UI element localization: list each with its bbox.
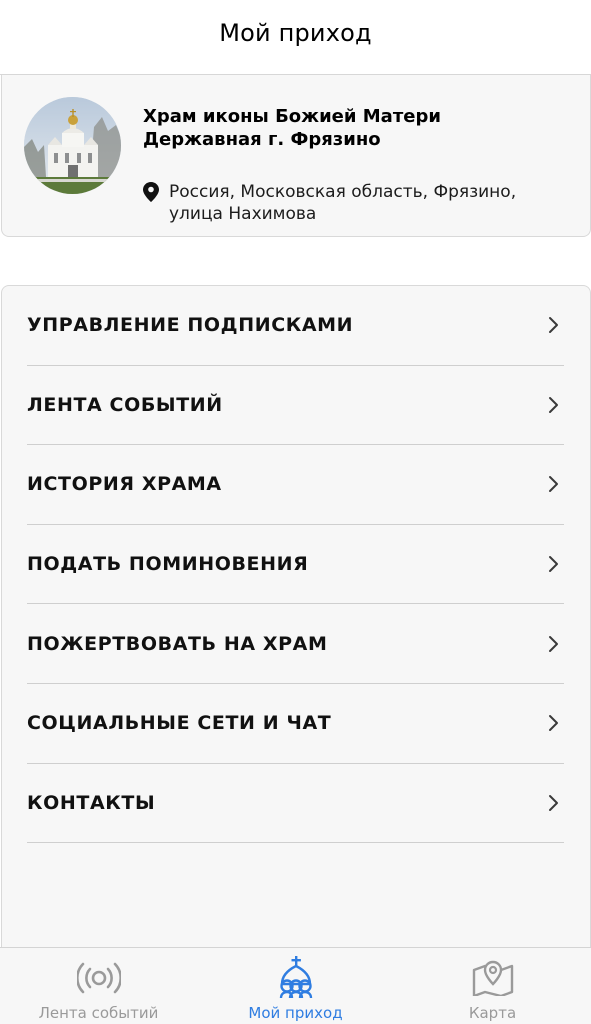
chevron-right-icon	[549, 476, 558, 493]
menu-card: УПРАВЛЕНИЕ ПОДПИСКАМИ ЛЕНТА СОБЫТИЙ ИСТО…	[1, 285, 591, 947]
menu-item-commemorations[interactable]: ПОДАТЬ ПОМИНОВЕНИЯ	[27, 525, 564, 605]
menu-item-church-history[interactable]: ИСТОРИЯ ХРАМА	[27, 445, 564, 525]
menu-list: УПРАВЛЕНИЕ ПОДПИСКАМИ ЛЕНТА СОБЫТИЙ ИСТО…	[2, 286, 590, 844]
church-name-line1: Храм иконы Божией Матери	[143, 106, 441, 127]
map-pin-icon	[143, 182, 159, 202]
church-name: Храм иконы Божией Матери Державная г. Фр…	[143, 105, 563, 151]
tab-label: Мой приход	[248, 1004, 343, 1022]
church-photo	[24, 97, 121, 194]
menu-item-label: СОЦИАЛЬНЫЕ СЕТИ И ЧАТ	[27, 712, 332, 735]
tab-my-parish[interactable]: Мой приход	[197, 948, 394, 1024]
chevron-right-icon	[549, 715, 558, 732]
tab-map[interactable]: Карта	[394, 948, 591, 1024]
church-dome-icon	[272, 956, 320, 1000]
chevron-right-icon	[549, 396, 558, 413]
tab-label: Лента событий	[38, 1004, 159, 1022]
menu-item-label: ПОЖЕРТВОВАТЬ НА ХРАМ	[27, 632, 328, 655]
menu-item-subscriptions[interactable]: УПРАВЛЕНИЕ ПОДПИСКАМИ	[27, 286, 564, 366]
menu-item-label: ПОДАТЬ ПОМИНОВЕНИЯ	[27, 553, 309, 576]
broadcast-icon	[75, 956, 123, 1000]
tab-label: Карта	[468, 1004, 517, 1022]
menu-item-label: ЛЕНТА СОБЫТИЙ	[27, 393, 223, 416]
tab-bar: Лента событий Мой приход Карта	[0, 947, 591, 1024]
chevron-right-icon	[549, 794, 558, 811]
menu-item-social-chat[interactable]: СОЦИАЛЬНЫЕ СЕТИ И ЧАТ	[27, 684, 564, 764]
chevron-right-icon	[549, 635, 558, 652]
church-name-line2: Державная г. Фрязино	[143, 129, 381, 150]
page-title: Мой приход	[219, 19, 372, 47]
map-icon	[469, 956, 517, 1000]
tab-events-feed[interactable]: Лента событий	[0, 948, 197, 1024]
church-card[interactable]: Храм иконы Божией Матери Державная г. Фр…	[1, 75, 591, 237]
menu-item-label: КОНТАКТЫ	[27, 791, 156, 814]
menu-item-label: ИСТОРИЯ ХРАМА	[27, 473, 222, 496]
chevron-right-icon	[549, 556, 558, 573]
menu-item-events-feed[interactable]: ЛЕНТА СОБЫТИЙ	[27, 366, 564, 446]
app-screen: Мой приход Храм иконы Божией Матери Держ…	[0, 0, 591, 1024]
menu-item-donate[interactable]: ПОЖЕРТВОВАТЬ НА ХРАМ	[27, 604, 564, 684]
menu-item-label: УПРАВЛЕНИЕ ПОДПИСКАМИ	[27, 314, 354, 337]
church-address: Россия, Московская область, Фрязино, ули…	[169, 182, 517, 224]
chevron-right-icon	[549, 317, 558, 334]
menu-item-contacts[interactable]: КОНТАКТЫ	[27, 764, 564, 844]
nav-header: Мой приход	[0, 0, 591, 75]
